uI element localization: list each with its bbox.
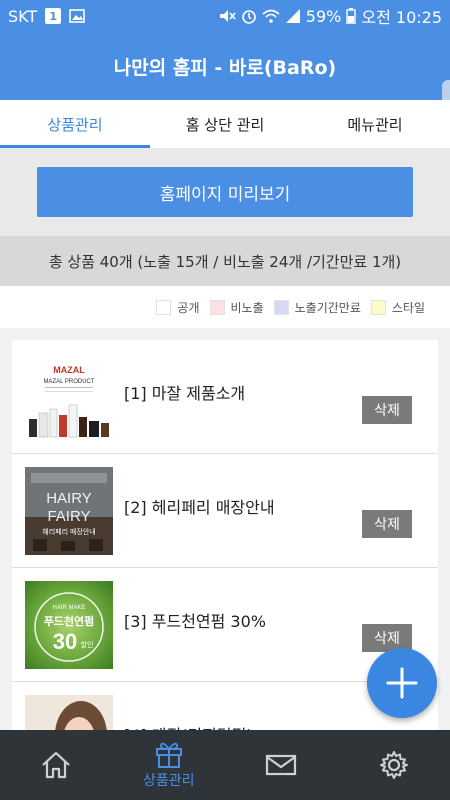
home-icon — [42, 751, 70, 779]
gear-icon — [379, 751, 408, 779]
tab-product-management[interactable]: 상품관리 — [0, 100, 150, 148]
product-thumbnail: HAIR MAKE 푸드천연펌 30 할인 — [25, 581, 113, 669]
thumb-caption-text: 헤리페리 매장안내 — [42, 527, 95, 536]
product-thumbnail: HAIRY FAIRY 헤리페리 매장안내 — [25, 467, 113, 555]
delete-button[interactable]: 삭제 — [362, 510, 412, 538]
tab-home-header-management[interactable]: 홈 상단 관리 — [150, 100, 300, 148]
legend-swatch-public — [156, 299, 172, 315]
nav-settings[interactable] — [338, 730, 450, 800]
gallery-icon — [69, 9, 85, 23]
signal-icon — [285, 9, 300, 23]
preview-section: 홈페이지 미리보기 — [0, 148, 450, 236]
thumb-suffix-text: 할인 — [81, 640, 94, 649]
notification-badge-icon: 1 — [45, 8, 62, 24]
mail-icon — [266, 754, 297, 776]
tab-label: 상품관리 — [47, 115, 103, 134]
tab-label: 메뉴관리 — [347, 115, 403, 134]
app-bar: 나만의 홈피 - 바로(BaRo) — [0, 32, 450, 100]
status-bar: SKT 1 59% 오전 10:25 — [0, 0, 450, 32]
magic-perm-image — [25, 695, 113, 730]
legend-swatch-style — [370, 299, 386, 315]
add-product-button[interactable] — [367, 648, 437, 718]
nav-messages[interactable] — [225, 730, 338, 800]
homepage-preview-button[interactable]: 홈페이지 미리보기 — [37, 167, 413, 217]
thumb-percent-text: 30 — [53, 629, 77, 654]
product-title: [3] 푸드천연펌 30% — [124, 612, 266, 631]
alarm-icon — [241, 10, 256, 24]
wifi-icon — [262, 9, 280, 23]
tab-menu-management[interactable]: 메뉴관리 — [300, 100, 450, 148]
legend-label: 스타일 — [391, 300, 425, 315]
carrier-label: SKT — [8, 6, 38, 26]
product-title: [4] 매직(디지털펌) — [124, 722, 253, 730]
plus-icon — [386, 667, 418, 699]
legend-label: 공개 — [177, 300, 200, 315]
tab-bar: 상품관리 홈 상단 관리 메뉴관리 — [0, 100, 450, 148]
status-legend: 공개 비노출 노출기간만료 스타일 — [0, 286, 450, 328]
product-title: [2] 헤리페리 매장안내 — [124, 498, 275, 517]
legend-swatch-expired — [273, 299, 289, 315]
thumb-text-hairy: HAIRY — [46, 490, 92, 507]
nav-home[interactable] — [0, 730, 113, 800]
legend-item-public: 공개 — [156, 299, 200, 316]
legend-item-expired: 노출기간만료 — [273, 299, 361, 316]
mute-icon — [219, 10, 236, 22]
product-title: [1] 마잘 제품소개 — [124, 384, 246, 403]
product-summary: 총 상품 40개 (노출 15개 / 비노출 24개 /기간만료 1개) — [0, 236, 450, 286]
thumb-caption-text: MAZAL PRODUCT — [43, 379, 94, 385]
gift-icon — [155, 742, 182, 768]
battery-icon — [346, 8, 357, 24]
thumb-brand-text: MAZAL — [53, 365, 85, 375]
legend-label: 비노출 — [230, 300, 264, 315]
legend-item-style: 스타일 — [370, 299, 425, 316]
delete-button[interactable]: 삭제 — [362, 396, 412, 424]
clock: 오전 10:25 — [361, 8, 442, 27]
hairy-fairy-store-image: HAIRY FAIRY 헤리페리 매장안내 — [25, 467, 113, 555]
product-summary-text: 총 상품 40개 (노출 15개 / 비노출 24개 /기간만료 1개) — [48, 252, 402, 271]
thumb-small-text: HAIR MAKE — [52, 605, 85, 611]
product-thumbnail — [25, 695, 113, 730]
mazal-product-image: MAZAL MAZAL PRODUCT — [25, 353, 113, 441]
page-title: 나만의 홈피 - 바로(BaRo) — [113, 56, 337, 79]
legend-label: 노출기간만료 — [294, 300, 361, 315]
product-item[interactable]: MAZAL MAZAL PRODUCT [1] 마잘 제품소개 삭제 — [12, 340, 438, 454]
product-thumbnail: MAZAL MAZAL PRODUCT — [25, 353, 113, 441]
thumb-main-text: 푸드천연펌 — [44, 614, 95, 628]
thumb-text-fairy: FAIRY — [47, 508, 90, 525]
legend-item-hidden: 비노출 — [209, 299, 264, 316]
nav-label: 상품관리 — [142, 773, 195, 789]
legend-swatch-hidden — [209, 299, 225, 315]
food-perm-promo-image: HAIR MAKE 푸드천연펌 30 할인 — [34, 592, 104, 662]
bottom-navigation: 상품관리 — [0, 730, 450, 800]
nav-product-management[interactable]: 상품관리 — [113, 730, 226, 800]
battery-percent: 59% — [305, 6, 342, 26]
product-item[interactable]: HAIRY FAIRY 헤리페리 매장안내 [2] 헤리페리 매장안내 삭제 — [12, 454, 438, 568]
tab-label: 홈 상단 관리 — [185, 115, 265, 134]
